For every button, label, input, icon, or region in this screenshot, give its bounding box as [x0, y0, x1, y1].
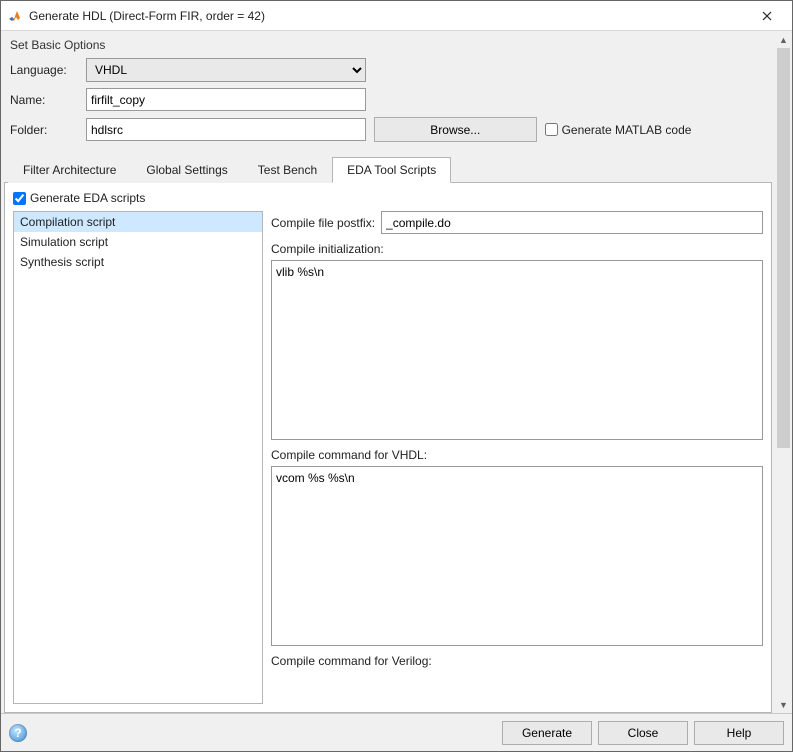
basic-options-title: Set Basic Options: [4, 34, 772, 54]
language-label: Language:: [10, 63, 78, 77]
compile-init-label: Compile initialization:: [271, 242, 763, 256]
name-field[interactable]: [86, 88, 366, 111]
compile-vhdl-label: Compile command for VHDL:: [271, 448, 763, 462]
compile-postfix-field[interactable]: [381, 211, 763, 234]
tab-eda-tool-scripts[interactable]: EDA Tool Scripts: [332, 157, 451, 183]
content-area: Set Basic Options Language: VHDL Name: F…: [1, 31, 792, 713]
eda-script-list[interactable]: Compilation script Simulation script Syn…: [13, 211, 263, 704]
vertical-scrollbar[interactable]: ▲ ▼: [775, 31, 792, 713]
tab-filter-architecture[interactable]: Filter Architecture: [8, 157, 131, 183]
help-button[interactable]: Help: [694, 721, 784, 745]
browse-button[interactable]: Browse...: [374, 117, 537, 142]
list-item-synthesis[interactable]: Synthesis script: [14, 252, 262, 272]
list-item-simulation[interactable]: Simulation script: [14, 232, 262, 252]
title-bar: Generate HDL (Direct-Form FIR, order = 4…: [1, 1, 792, 31]
help-icon[interactable]: ?: [9, 724, 27, 742]
generate-eda-label: Generate EDA scripts: [30, 191, 145, 205]
close-icon[interactable]: [748, 2, 786, 30]
close-button[interactable]: Close: [598, 721, 688, 745]
generate-button[interactable]: Generate: [502, 721, 592, 745]
generate-eda-wrap: Generate EDA scripts: [13, 189, 763, 211]
scroll-thumb[interactable]: [777, 48, 790, 448]
name-label: Name:: [10, 93, 78, 107]
bottom-bar: ? Generate Close Help: [1, 713, 792, 751]
compile-vhdl-textarea[interactable]: vcom %s %s\n: [271, 466, 763, 646]
language-select[interactable]: VHDL: [86, 58, 366, 82]
matlab-icon: [7, 8, 23, 24]
generate-matlab-checkbox[interactable]: [545, 123, 558, 136]
generate-matlab-label: Generate MATLAB code: [562, 123, 692, 137]
folder-label: Folder:: [10, 123, 78, 137]
scroll-down-arrow[interactable]: ▼: [776, 696, 791, 713]
basic-options-grid: Language: VHDL Name: Folder: Browse... G…: [4, 54, 772, 154]
scroll-up-arrow[interactable]: ▲: [776, 31, 791, 48]
compile-verilog-label: Compile command for Verilog:: [271, 654, 763, 668]
tab-global-settings[interactable]: Global Settings: [131, 157, 242, 183]
scroll-track[interactable]: [776, 48, 791, 696]
tab-bar: Filter Architecture Global Settings Test…: [4, 156, 772, 183]
folder-field[interactable]: [86, 118, 366, 141]
eda-tab-body: Generate EDA scripts Compilation script …: [4, 183, 772, 713]
list-item-compilation[interactable]: Compilation script: [14, 212, 262, 232]
compile-init-textarea[interactable]: vlib %s\n: [271, 260, 763, 440]
generate-matlab-wrap: Generate MATLAB code: [545, 123, 766, 137]
generate-eda-checkbox[interactable]: [13, 192, 26, 205]
tab-test-bench[interactable]: Test Bench: [243, 157, 332, 183]
window-title: Generate HDL (Direct-Form FIR, order = 4…: [29, 9, 748, 23]
compile-postfix-label: Compile file postfix:: [271, 216, 375, 230]
